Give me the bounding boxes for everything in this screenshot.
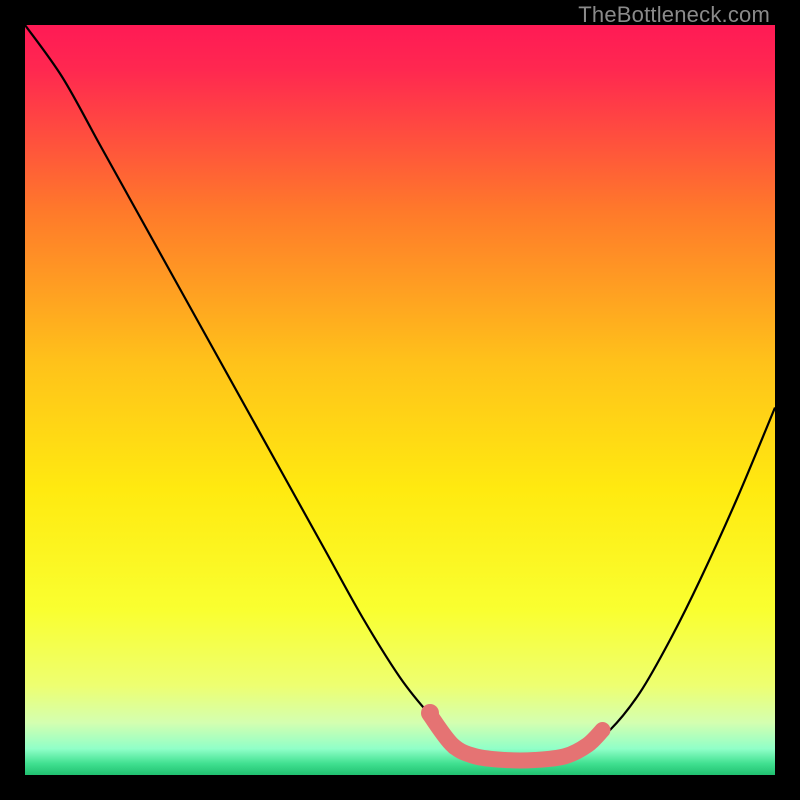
chart-frame [25,25,775,775]
chart-svg [25,25,775,775]
highlight-dot [447,739,463,755]
highlight-dot [421,704,439,722]
gradient-background [25,25,775,775]
